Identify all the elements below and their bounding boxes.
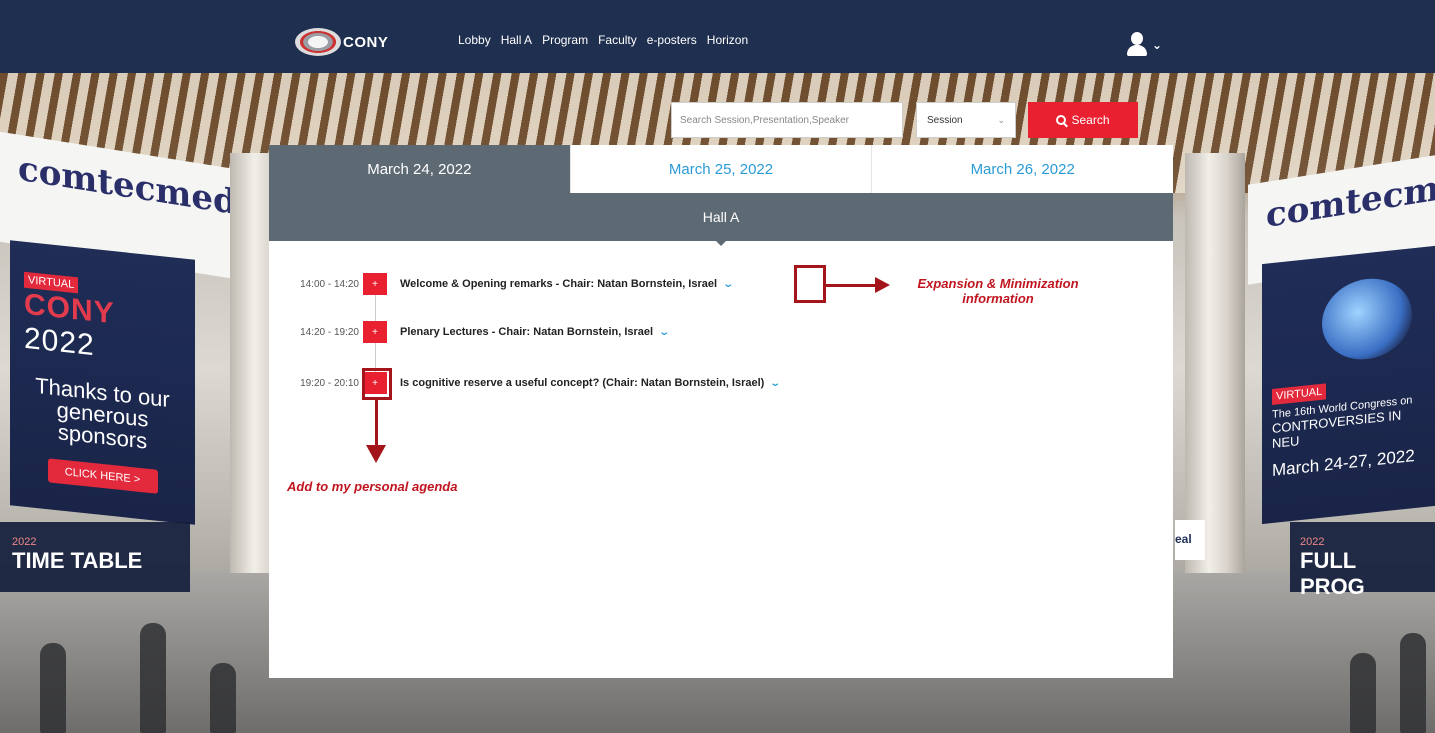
expand-highlight-box [794, 265, 826, 303]
search-button[interactable]: Search [1028, 102, 1138, 138]
date-tabs: March 24, 2022 March 25, 2022 March 26, … [269, 145, 1174, 193]
nav-link-faculty[interactable]: Faculty [598, 33, 637, 47]
brain-icon [1322, 274, 1412, 364]
congress-dates: March 24-27, 2022 [1272, 446, 1415, 481]
add-to-agenda-button[interactable]: + [363, 321, 387, 343]
search-type-select[interactable]: Session ⌄ [916, 102, 1016, 138]
person-silhouette [40, 643, 66, 733]
tab-march-26[interactable]: March 26, 2022 [871, 145, 1174, 193]
cony-year: CONY 2022 [24, 287, 115, 363]
nav-link-horizon[interactable]: Horizon [707, 33, 748, 47]
congress-banner: VIRTUAL The 16th World Congress on CONTR… [1262, 245, 1435, 525]
nav-link-lobby[interactable]: Lobby [458, 33, 491, 47]
chevron-down-icon[interactable]: ⌄ [658, 327, 670, 338]
brain-logo-icon [295, 28, 341, 56]
nav-links: Lobby Hall A Program Faculty e-posters H… [458, 33, 748, 47]
session-title[interactable]: Is cognitive reserve a useful concept? (… [400, 377, 764, 389]
add-to-agenda-button[interactable]: + [363, 273, 387, 295]
sponsors-banner: VIRTUAL CONY 2022 Thanks to our generous… [10, 240, 195, 525]
hall-header: Hall A [269, 193, 1173, 246]
tab-march-24[interactable]: March 24, 2022 [269, 145, 570, 193]
nav-link-hall-a[interactable]: Hall A [501, 33, 532, 47]
thanks-text: Thanks to our generous sponsors [35, 372, 170, 454]
nav-link-e-posters[interactable]: e-posters [647, 33, 697, 47]
nav-link-program[interactable]: Program [542, 33, 588, 47]
cony-logo[interactable]: CONY [295, 28, 388, 56]
chevron-down-icon[interactable]: ⌄ [770, 378, 782, 389]
user-icon [1126, 32, 1148, 58]
tab-march-25[interactable]: March 25, 2022 [569, 145, 872, 193]
virtual-badge: VIRTUAL [1272, 383, 1327, 406]
top-navigation: CONY Lobby Hall A Program Faculty e-post… [0, 0, 1435, 73]
chevron-down-icon[interactable]: ⌄ [722, 279, 734, 290]
agenda-highlight-box [362, 368, 392, 400]
session-row: 14:20 - 19:20 + Plenary Lectures - Chair… [269, 321, 670, 343]
time-table-sign[interactable]: 2022 TIME TABLE [0, 522, 190, 592]
session-title[interactable]: Welcome & Opening remarks - Chair: Natan… [400, 278, 717, 290]
session-title[interactable]: Plenary Lectures - Chair: Natan Bornstei… [400, 326, 653, 338]
click-here-button[interactable]: CLICK HERE > [47, 458, 158, 494]
expansion-note: Expansion & Minimization information [917, 276, 1079, 306]
session-row: 14:00 - 14:20 + Welcome & Opening remark… [269, 273, 734, 295]
agenda-note: Add to my personal agenda [287, 479, 458, 494]
arrow-down-icon [366, 400, 386, 463]
arrow-right-icon [826, 277, 890, 293]
program-panel: March 24, 2022 March 25, 2022 March 26, … [269, 145, 1174, 678]
search-input[interactable] [671, 102, 903, 138]
person-silhouette [140, 623, 166, 733]
person-silhouette [1400, 633, 1426, 733]
session-time: 14:00 - 14:20 [300, 278, 359, 290]
user-menu[interactable]: ⌄ [1126, 32, 1162, 58]
full-program-sign[interactable]: 2022 FULL PROG [1290, 522, 1435, 599]
session-row: 19:20 - 20:10 + Is cognitive reserve a u… [269, 372, 782, 394]
person-silhouette [1350, 653, 1376, 733]
chevron-down-icon: ⌄ [997, 114, 1005, 125]
search-icon [1056, 115, 1067, 125]
chevron-down-icon: ⌄ [1152, 38, 1163, 52]
session-time: 19:20 - 20:10 [300, 377, 359, 389]
seal-sign: eal [1175, 520, 1205, 560]
session-time: 14:20 - 19:20 [300, 326, 359, 338]
person-silhouette [210, 663, 236, 733]
